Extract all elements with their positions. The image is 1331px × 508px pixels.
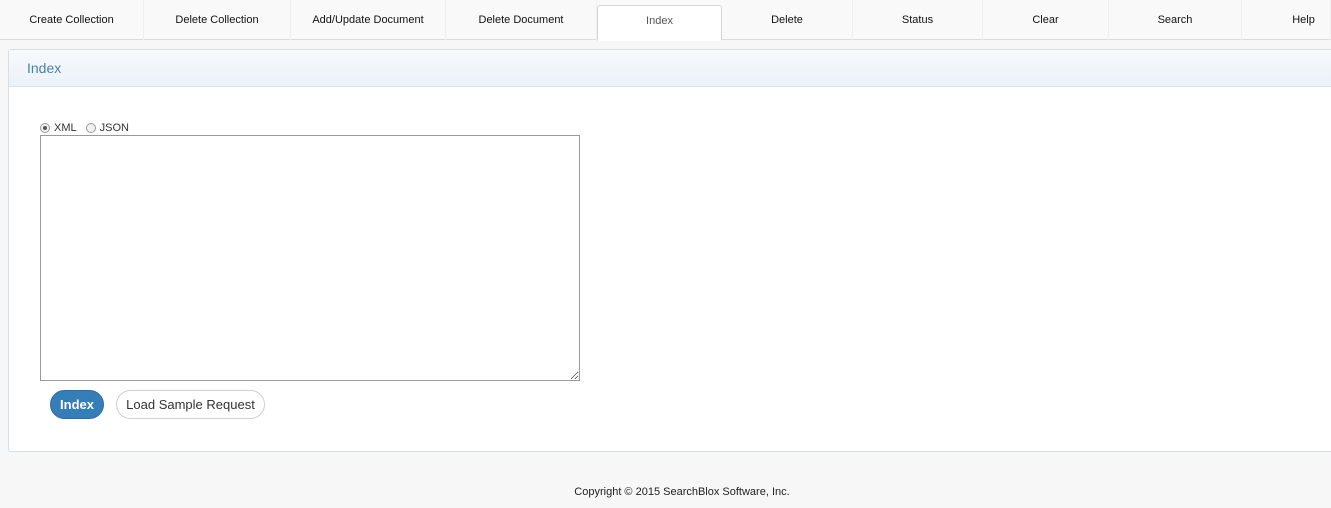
- tab-help[interactable]: Help: [1242, 0, 1331, 40]
- top-nav-tabs: Create Collection Delete Collection Add/…: [0, 0, 1331, 41]
- xml-radio[interactable]: [40, 123, 50, 133]
- tab-status[interactable]: Status: [853, 0, 983, 40]
- panel-header: Index: [9, 50, 1331, 87]
- request-body-textarea[interactable]: [40, 135, 580, 381]
- tab-search[interactable]: Search: [1109, 0, 1242, 40]
- tab-create-collection[interactable]: Create Collection: [0, 0, 144, 40]
- tab-index[interactable]: Index: [597, 5, 722, 41]
- tab-delete-collection[interactable]: Delete Collection: [144, 0, 291, 40]
- footer-copyright: Copyright © 2015 SearchBlox Software, In…: [574, 486, 790, 498]
- index-button[interactable]: Index: [50, 390, 104, 419]
- load-sample-request-button[interactable]: Load Sample Request: [116, 390, 265, 419]
- index-panel: Index XML JSON Index Load Sample Request: [8, 49, 1331, 452]
- json-radio[interactable]: [85, 123, 96, 133]
- tab-clear[interactable]: Clear: [983, 0, 1109, 40]
- tab-delete[interactable]: Delete: [722, 0, 853, 40]
- json-radio-label[interactable]: JSON: [100, 122, 129, 134]
- format-selector: XML JSON: [40, 121, 138, 135]
- panel-title: Index: [27, 60, 62, 76]
- tab-delete-document[interactable]: Delete Document: [446, 0, 597, 40]
- xml-radio-label[interactable]: XML: [54, 122, 77, 134]
- tab-add-update-document[interactable]: Add/Update Document: [291, 0, 446, 40]
